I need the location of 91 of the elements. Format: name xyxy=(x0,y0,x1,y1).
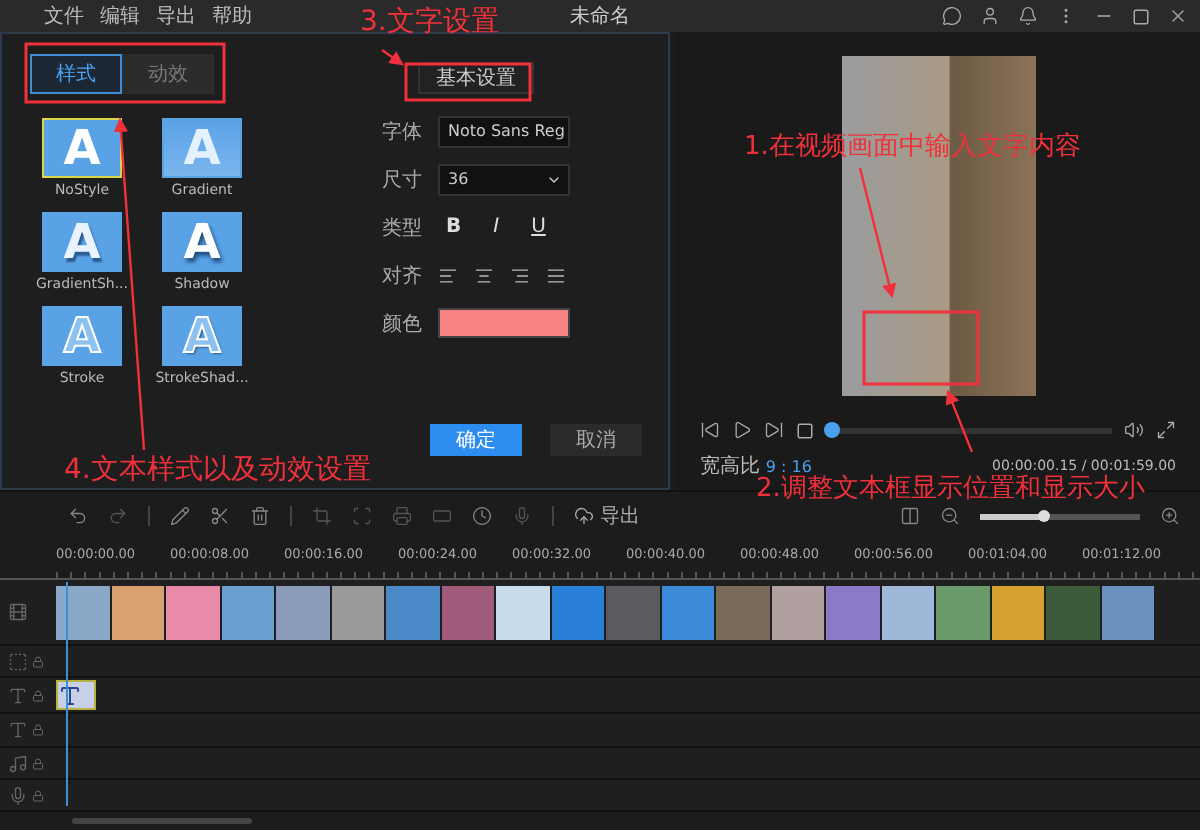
thumbnail-placeholder[interactable] xyxy=(1101,585,1154,639)
video-track-icon xyxy=(8,602,28,622)
thumbnail-placeholder[interactable] xyxy=(991,585,1044,639)
annotation-text: 2.调整文本框显示位置和显示大小 xyxy=(756,474,1145,506)
thumbnail-placeholder[interactable] xyxy=(111,585,164,639)
format-button[interactable]: I xyxy=(485,216,508,238)
text-icon xyxy=(58,683,82,707)
lock-icon[interactable] xyxy=(32,757,44,769)
play-icon[interactable] xyxy=(732,420,752,440)
zoom-slider-fill[interactable] xyxy=(980,513,1044,519)
slider-handle[interactable] xyxy=(823,421,840,437)
color-swatch[interactable] xyxy=(438,308,570,338)
thumbnail-placeholder[interactable] xyxy=(826,585,879,639)
export-button[interactable]: 导出 xyxy=(574,502,640,530)
align-justify-icon[interactable] xyxy=(546,265,566,285)
section-button[interactable]: 基本设置 xyxy=(418,62,534,94)
field-label: 颜色 xyxy=(382,311,422,337)
thumbnail-placeholder[interactable] xyxy=(936,585,989,639)
lock-icon[interactable] xyxy=(32,724,44,736)
aspect-label: 宽高比 xyxy=(700,456,760,478)
thumbnail-placeholder[interactable] xyxy=(496,585,549,639)
scissors-icon[interactable] xyxy=(210,506,230,526)
lock-icon[interactable] xyxy=(32,789,44,801)
clock-icon[interactable] xyxy=(472,506,492,526)
next-icon[interactable] xyxy=(764,420,784,440)
format-button[interactable]: U xyxy=(523,216,554,238)
dropdown[interactable]: Noto Sans Reg xyxy=(438,115,570,147)
delete-icon[interactable] xyxy=(250,506,270,526)
thumbnail-placeholder[interactable] xyxy=(1046,585,1099,639)
thumbnail-placeholder[interactable] xyxy=(551,585,604,639)
menu-item[interactable]: 文件 xyxy=(44,2,84,30)
field-label: 类型 xyxy=(382,215,422,241)
cancel-button[interactable]: 取消 xyxy=(550,424,642,456)
tab[interactable]: 样式 xyxy=(30,54,122,94)
lock-icon[interactable] xyxy=(32,689,44,701)
dropdown[interactable]: 36 xyxy=(438,163,570,195)
align-right-icon[interactable] xyxy=(510,265,530,285)
thumbnail-placeholder[interactable] xyxy=(661,585,714,639)
thumbnail-placeholder[interactable] xyxy=(881,585,934,639)
bell-icon[interactable] xyxy=(1018,6,1038,26)
overlay-track-icon xyxy=(8,651,28,671)
zoom-in-icon[interactable] xyxy=(1160,506,1180,526)
stop-icon[interactable] xyxy=(796,421,814,439)
thumbnail-placeholder[interactable] xyxy=(56,585,109,639)
thumbnail-placeholder[interactable] xyxy=(276,585,329,639)
chat-icon[interactable] xyxy=(942,6,962,26)
menu-item[interactable]: 导出 xyxy=(156,2,196,30)
annotation-box xyxy=(862,310,980,386)
close-icon[interactable] xyxy=(1168,6,1188,26)
thumbnail-placeholder[interactable] xyxy=(166,585,219,639)
annotation-arrow xyxy=(858,167,897,299)
music-track-icon xyxy=(8,753,28,773)
text-track-icon xyxy=(8,685,28,705)
field-label: 尺寸 xyxy=(382,167,422,193)
slider-handle[interactable] xyxy=(1038,509,1050,521)
fit-icon[interactable] xyxy=(900,506,920,526)
aspect-value[interactable]: 9 : 16 xyxy=(765,458,812,476)
annotation-box xyxy=(404,62,532,102)
align-center-icon[interactable] xyxy=(474,265,494,285)
pencil-icon[interactable] xyxy=(170,506,190,526)
annotation-text: 4.文本样式以及动效设置 xyxy=(64,452,371,488)
text-clip[interactable] xyxy=(56,680,96,710)
undo-icon[interactable] xyxy=(68,506,88,526)
thumbnail-placeholder[interactable] xyxy=(441,585,494,639)
annotation-arrow xyxy=(381,49,404,66)
align-left-icon[interactable] xyxy=(438,265,458,285)
voice-track-icon xyxy=(8,785,28,805)
text-track-icon xyxy=(8,720,28,740)
thumbnail-placeholder[interactable] xyxy=(771,585,824,639)
zoom-out-icon[interactable] xyxy=(940,506,960,526)
previous-icon[interactable] xyxy=(700,420,720,440)
menu-item[interactable]: 编辑 xyxy=(100,2,140,30)
field-label: 字体 xyxy=(382,119,422,145)
volume-icon[interactable] xyxy=(1124,420,1144,440)
window-title: 未命名 xyxy=(570,3,630,30)
field-label: 对齐 xyxy=(382,263,422,289)
menu-item[interactable]: 帮助 xyxy=(212,2,252,30)
cloud-upload-icon xyxy=(574,506,594,526)
thumbnail-placeholder[interactable] xyxy=(221,585,274,639)
thumbnail-placeholder[interactable] xyxy=(331,585,384,639)
annotation-text: 3.文字设置 xyxy=(360,4,499,40)
thumbnail-placeholder[interactable] xyxy=(716,585,769,639)
annotation-arrow xyxy=(945,389,974,453)
user-icon[interactable] xyxy=(980,6,1000,26)
thumbnail-placeholder[interactable] xyxy=(606,585,659,639)
maximize-icon[interactable] xyxy=(1132,7,1150,25)
format-button[interactable]: B xyxy=(438,216,470,238)
thumbnail-placeholder[interactable] xyxy=(386,585,439,639)
fullscreen-icon[interactable] xyxy=(1156,420,1176,440)
scrollbar[interactable] xyxy=(72,818,252,824)
lock-icon[interactable] xyxy=(32,655,44,667)
